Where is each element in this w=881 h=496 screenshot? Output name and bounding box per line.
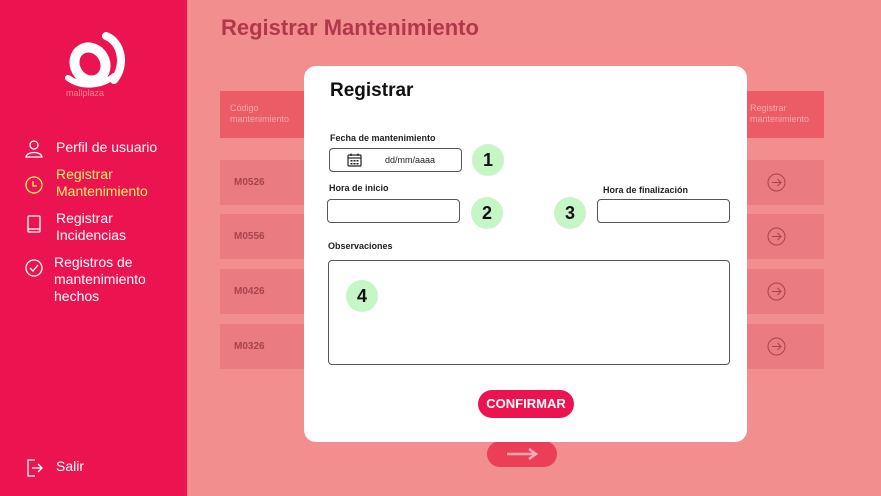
hora-fin-input[interactable] — [597, 199, 730, 223]
fecha-label: Fecha de mantenimiento — [330, 133, 436, 143]
row-code: M0426 — [234, 286, 265, 297]
sidebar-item-registrar-mantenimiento[interactable]: Registrar Mantenimiento — [24, 166, 166, 200]
sidebar-item-label: Registros de mantenimiento hechos — [54, 254, 146, 304]
observaciones-label: Observaciones — [328, 241, 393, 251]
row-code: M0556 — [234, 231, 265, 242]
check-circle-icon — [25, 259, 43, 277]
arrow-right-circle-icon[interactable] — [767, 173, 786, 192]
step-badge-3: 3 — [554, 197, 586, 229]
hora-inicio-input[interactable] — [327, 199, 460, 223]
arrow-right-icon — [507, 448, 539, 460]
sidebar-item-perfil[interactable]: Perfil de usuario — [24, 139, 157, 159]
logout-icon — [27, 459, 43, 477]
modal-title: Registrar — [330, 80, 414, 101]
confirm-button[interactable]: CONFIRMAR — [478, 390, 574, 418]
logout-label: Salir — [56, 458, 85, 474]
next-page-button[interactable] — [487, 441, 557, 467]
step-badge-2: 2 — [471, 197, 503, 229]
fecha-placeholder: dd/mm/aaaa — [385, 155, 436, 165]
hora-inicio-label: Hora de inicio — [329, 183, 389, 193]
calendar-icon — [347, 153, 362, 167]
step-badge-1: 1 — [472, 144, 504, 176]
sidebar-item-label: Registrar Mantenimiento — [56, 166, 148, 199]
book-icon — [27, 215, 41, 233]
row-code: M0326 — [234, 341, 265, 352]
row-code: M0526 — [234, 177, 265, 188]
sidebar-item-label: Perfil de usuario — [56, 139, 158, 155]
user-icon — [25, 140, 43, 158]
sidebar-item-registrar-incidencias[interactable]: Registrar Incidencias — [24, 210, 146, 244]
logout-button[interactable]: Salir — [24, 458, 84, 478]
column-header-codigo: Código mantenimiento — [230, 103, 290, 124]
arrow-right-circle-icon[interactable] — [767, 337, 786, 356]
fecha-input[interactable]: dd/mm/aaaa — [329, 148, 462, 172]
clock-icon — [25, 176, 43, 194]
hora-fin-label: Hora de finalización — [603, 185, 689, 195]
register-modal: Registrar Fecha de mantenimiento dd/mm/a… — [304, 66, 747, 442]
sidebar-item-registros-hechos[interactable]: Registros de mantenimiento hechos — [24, 254, 164, 305]
arrow-right-circle-icon[interactable] — [767, 227, 786, 246]
page-title: Registrar Mantenimiento — [221, 15, 479, 40]
sidebar-item-label: Registrar Incidencias — [56, 210, 127, 243]
sidebar: mallplaza Perfil de usuario Registrar Ma… — [0, 0, 187, 496]
observaciones-textarea[interactable] — [328, 260, 730, 365]
arrow-right-circle-icon[interactable] — [767, 282, 786, 301]
logo-text: mallplaza — [66, 88, 105, 98]
step-badge-4: 4 — [346, 280, 378, 312]
column-header-registrar: Registrar mantenimiento — [750, 103, 810, 124]
